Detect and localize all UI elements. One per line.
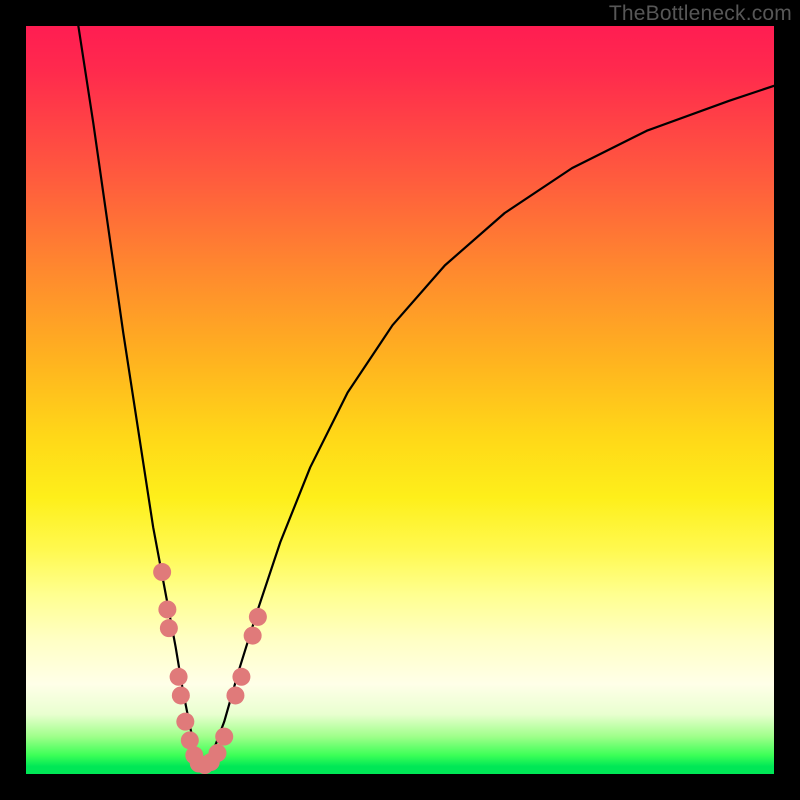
marker-dot bbox=[170, 668, 188, 686]
outer-frame: TheBottleneck.com bbox=[0, 0, 800, 800]
marker-dot bbox=[172, 686, 190, 704]
marker-dot bbox=[158, 600, 176, 618]
curve-right-arm bbox=[206, 86, 774, 767]
curve-left-arm bbox=[78, 26, 200, 767]
marker-dot bbox=[226, 686, 244, 704]
marker-dot bbox=[249, 608, 267, 626]
marker-dot bbox=[215, 728, 233, 746]
marker-dot bbox=[208, 744, 226, 762]
marker-dot bbox=[232, 668, 250, 686]
marker-dot bbox=[176, 713, 194, 731]
watermark-text: TheBottleneck.com bbox=[609, 2, 792, 26]
marker-dot bbox=[244, 627, 262, 645]
marker-dot bbox=[153, 563, 171, 581]
marker-dot bbox=[160, 619, 178, 637]
chart-svg bbox=[26, 26, 774, 774]
plot-area bbox=[26, 26, 774, 774]
